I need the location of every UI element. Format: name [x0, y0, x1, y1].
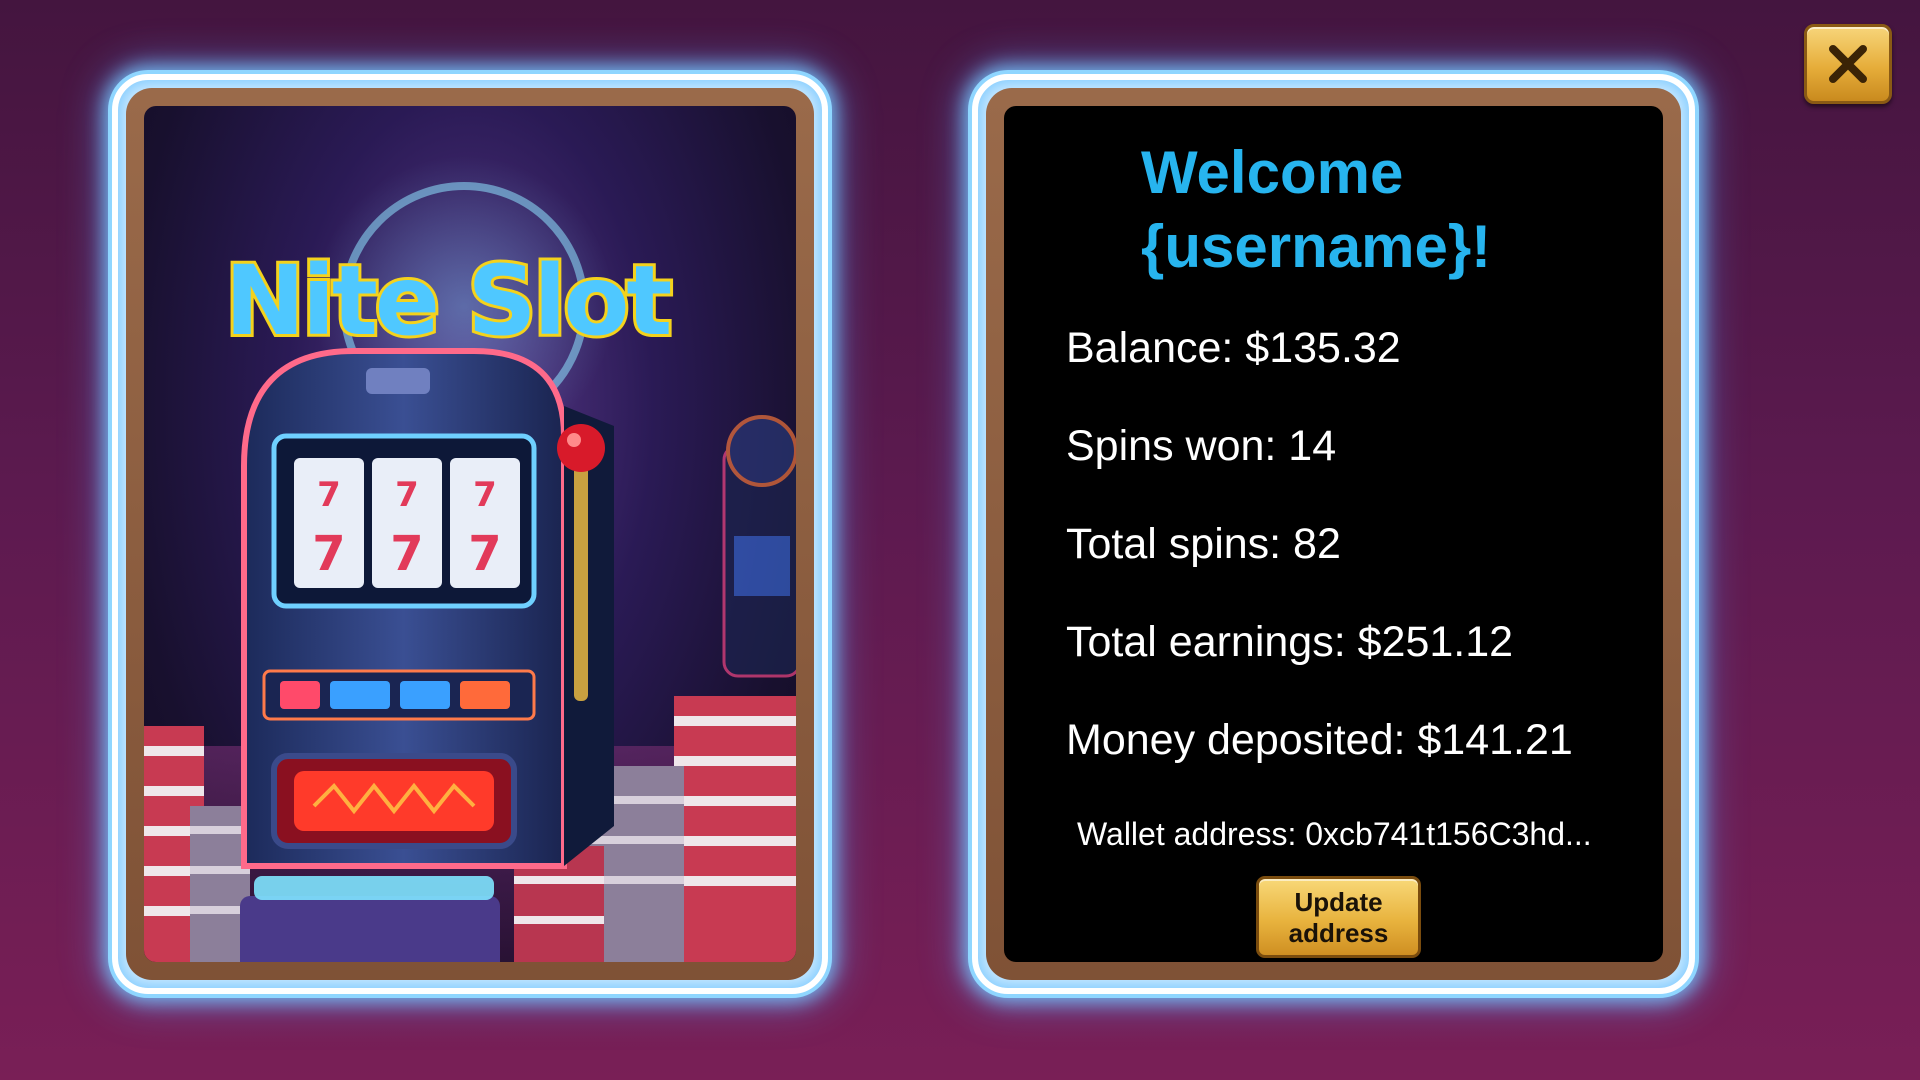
profile-info: Welcome {username}! Balance: $135.32 Spi… — [1004, 106, 1663, 962]
reel-symbol: 7 — [390, 526, 423, 582]
game-art-card: 7 7 7 7 7 7 Nite Slot — [112, 74, 828, 994]
profile-card: Welcome {username}! Balance: $135.32 Spi… — [972, 74, 1695, 994]
balance-stat: Balance: $135.32 — [1066, 324, 1401, 372]
reel-symbol: 7 — [468, 526, 501, 582]
slot-machine-illustration: 7 7 7 7 7 7 Nite Slot — [144, 156, 796, 962]
profile-frame: Welcome {username}! Balance: $135.32 Spi… — [986, 88, 1681, 980]
game-artwork: 7 7 7 7 7 7 Nite Slot — [144, 106, 796, 962]
close-icon — [1829, 45, 1867, 83]
total-spins-stat: Total spins: 82 — [1066, 520, 1341, 568]
game-art-frame: 7 7 7 7 7 7 Nite Slot — [126, 88, 814, 980]
update-address-button[interactable]: Update address — [1256, 876, 1421, 958]
money-deposited-stat: Money deposited: $141.21 — [1066, 716, 1573, 764]
spins-won-stat: Spins won: 14 — [1066, 422, 1337, 470]
welcome-heading: Welcome {username}! — [1141, 139, 1492, 280]
reel-symbol: 7 — [317, 475, 341, 515]
total-earnings-stat: Total earnings: $251.12 — [1066, 618, 1514, 666]
background-machine — [722, 415, 796, 678]
reel-symbol: 7 — [395, 475, 419, 515]
close-button[interactable] — [1804, 24, 1892, 104]
wallet-address: Wallet address: 0xcb741t156C3hd... — [1077, 816, 1592, 852]
game-logo: Nite Slot — [225, 245, 671, 357]
reel-symbol: 7 — [473, 475, 497, 515]
reel-symbol: 7 — [312, 526, 345, 582]
